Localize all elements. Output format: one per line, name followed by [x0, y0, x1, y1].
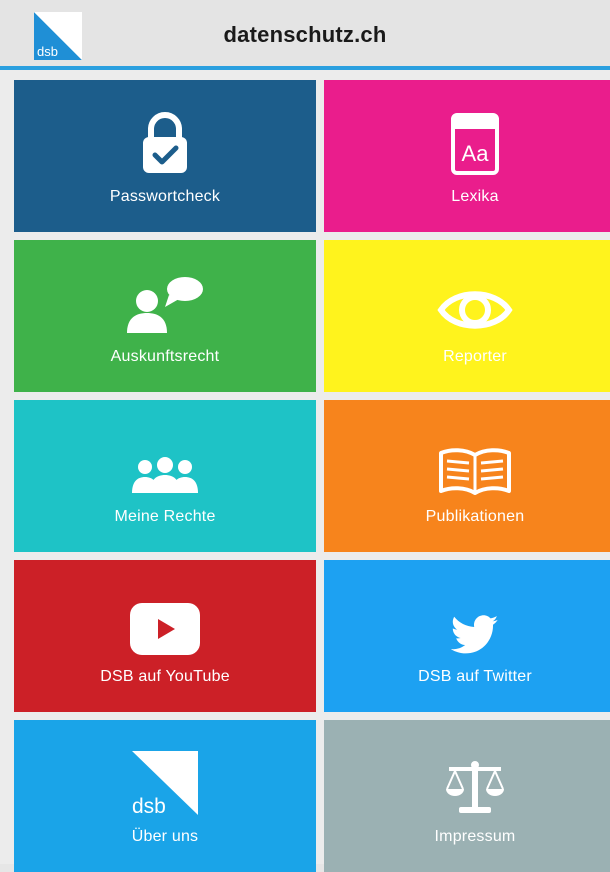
padlock-check-icon	[143, 112, 187, 173]
tile-ueber-uns[interactable]: dsb Über uns	[14, 720, 316, 872]
person-speech-icon	[127, 277, 203, 333]
app-header: dsb datenschutz.ch	[0, 0, 610, 66]
dsb-logo-icon: dsb	[132, 751, 198, 815]
scales-icon	[446, 761, 504, 813]
people-group-icon	[132, 457, 198, 493]
dsb-logo-text: dsb	[132, 795, 166, 815]
tile-label: Lexika	[451, 188, 499, 205]
menu-grid: Passwortcheck Aa Lexika Auskunftsrecht R…	[0, 70, 610, 872]
twitter-bird-icon	[451, 615, 499, 654]
tile-label: Über uns	[131, 828, 199, 845]
tile-label: Publikationen	[425, 508, 525, 525]
eye-icon	[437, 291, 513, 329]
youtube-play-icon	[130, 603, 200, 655]
page-title: datenschutz.ch	[223, 22, 387, 47]
tile-label: DSB auf YouTube	[100, 668, 230, 685]
tile-label: DSB auf Twitter	[418, 668, 532, 685]
tile-passwortcheck[interactable]: Passwortcheck	[14, 80, 316, 232]
tile-label: Passwortcheck	[109, 188, 221, 205]
tile-impressum[interactable]: Impressum	[324, 720, 610, 872]
tile-label: Impressum	[434, 828, 516, 845]
dictionary-book-icon: Aa	[451, 113, 499, 175]
tile-label: Reporter	[443, 348, 507, 365]
tile-reporter[interactable]: Reporter	[324, 240, 610, 392]
tile-meine-rechte[interactable]: Meine Rechte	[14, 400, 316, 552]
open-book-icon	[439, 448, 511, 495]
tile-youtube[interactable]: DSB auf YouTube	[14, 560, 316, 712]
tile-lexika[interactable]: Aa Lexika	[324, 80, 610, 232]
tile-label: Meine Rechte	[114, 508, 216, 525]
tile-twitter[interactable]: DSB auf Twitter	[324, 560, 610, 712]
tile-label: Auskunftsrecht	[110, 348, 220, 365]
dictionary-text: Aa	[462, 141, 490, 166]
tile-auskunftsrecht[interactable]: Auskunftsrecht	[14, 240, 316, 392]
tile-publikationen[interactable]: Publikationen	[324, 400, 610, 552]
